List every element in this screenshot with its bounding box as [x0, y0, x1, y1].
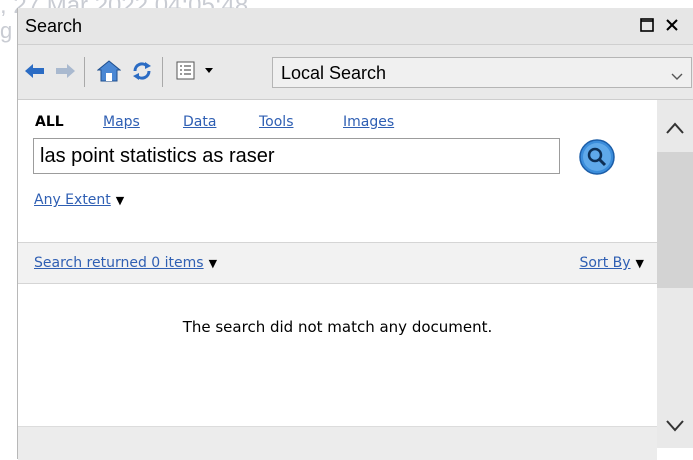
- extent-label[interactable]: Any Extent: [34, 192, 111, 208]
- search-scope-value: Local Search: [281, 63, 387, 83]
- background-edge-text: g: [0, 18, 13, 43]
- square-restore-icon[interactable]: [638, 16, 656, 34]
- chevron-down-icon: [671, 66, 683, 85]
- caret-down-icon[interactable]: ▼: [209, 257, 217, 270]
- tab-tools[interactable]: Tools: [259, 114, 294, 130]
- sort-by-label[interactable]: Sort By: [579, 255, 630, 271]
- arrow-left-icon[interactable]: [24, 57, 46, 85]
- results-count[interactable]: Search returned 0 items ▼: [34, 255, 217, 271]
- home-icon[interactable]: [96, 57, 122, 85]
- results-count-label[interactable]: Search returned 0 items: [34, 255, 204, 271]
- search-scope-dropdown[interactable]: Local Search: [272, 57, 692, 88]
- search-panel: Search Local Search ALL Maps Data Tools …: [17, 8, 693, 460]
- search-toolbar: Local Search: [18, 45, 693, 100]
- search-field[interactable]: [33, 138, 560, 174]
- title-bar: Search: [18, 8, 693, 45]
- vertical-scrollbar[interactable]: [657, 100, 693, 448]
- empty-results-message: The search did not match any document.: [182, 318, 493, 336]
- search-content: ALL Maps Data Tools Images Any Extent ▼ …: [18, 100, 657, 420]
- chevron-up-icon[interactable]: [665, 120, 685, 139]
- arrow-right-icon[interactable]: [54, 57, 76, 85]
- extent-filter[interactable]: Any Extent ▼: [34, 192, 124, 208]
- tab-images[interactable]: Images: [343, 114, 394, 130]
- tab-maps[interactable]: Maps: [103, 114, 140, 130]
- search-button[interactable]: [578, 138, 616, 176]
- toolbar-separator: [84, 57, 85, 87]
- window-title: Search: [25, 16, 83, 36]
- refresh-icon[interactable]: [130, 57, 154, 85]
- tab-data[interactable]: Data: [183, 114, 216, 130]
- search-input[interactable]: [34, 139, 559, 173]
- horizontal-scrollbar[interactable]: [18, 426, 657, 460]
- list-options-icon[interactable]: [176, 57, 220, 85]
- scrollbar-thumb[interactable]: [657, 152, 693, 288]
- tab-all[interactable]: ALL: [35, 114, 64, 130]
- results-bar: Search returned 0 items ▼ Sort By ▼: [18, 242, 657, 284]
- caret-down-icon[interactable]: ▼: [116, 194, 124, 207]
- chevron-down-icon[interactable]: [665, 418, 685, 437]
- caret-down-icon[interactable]: ▼: [636, 257, 644, 270]
- sort-by[interactable]: Sort By ▼: [579, 255, 644, 271]
- close-icon[interactable]: [663, 16, 681, 34]
- toolbar-separator: [162, 57, 163, 87]
